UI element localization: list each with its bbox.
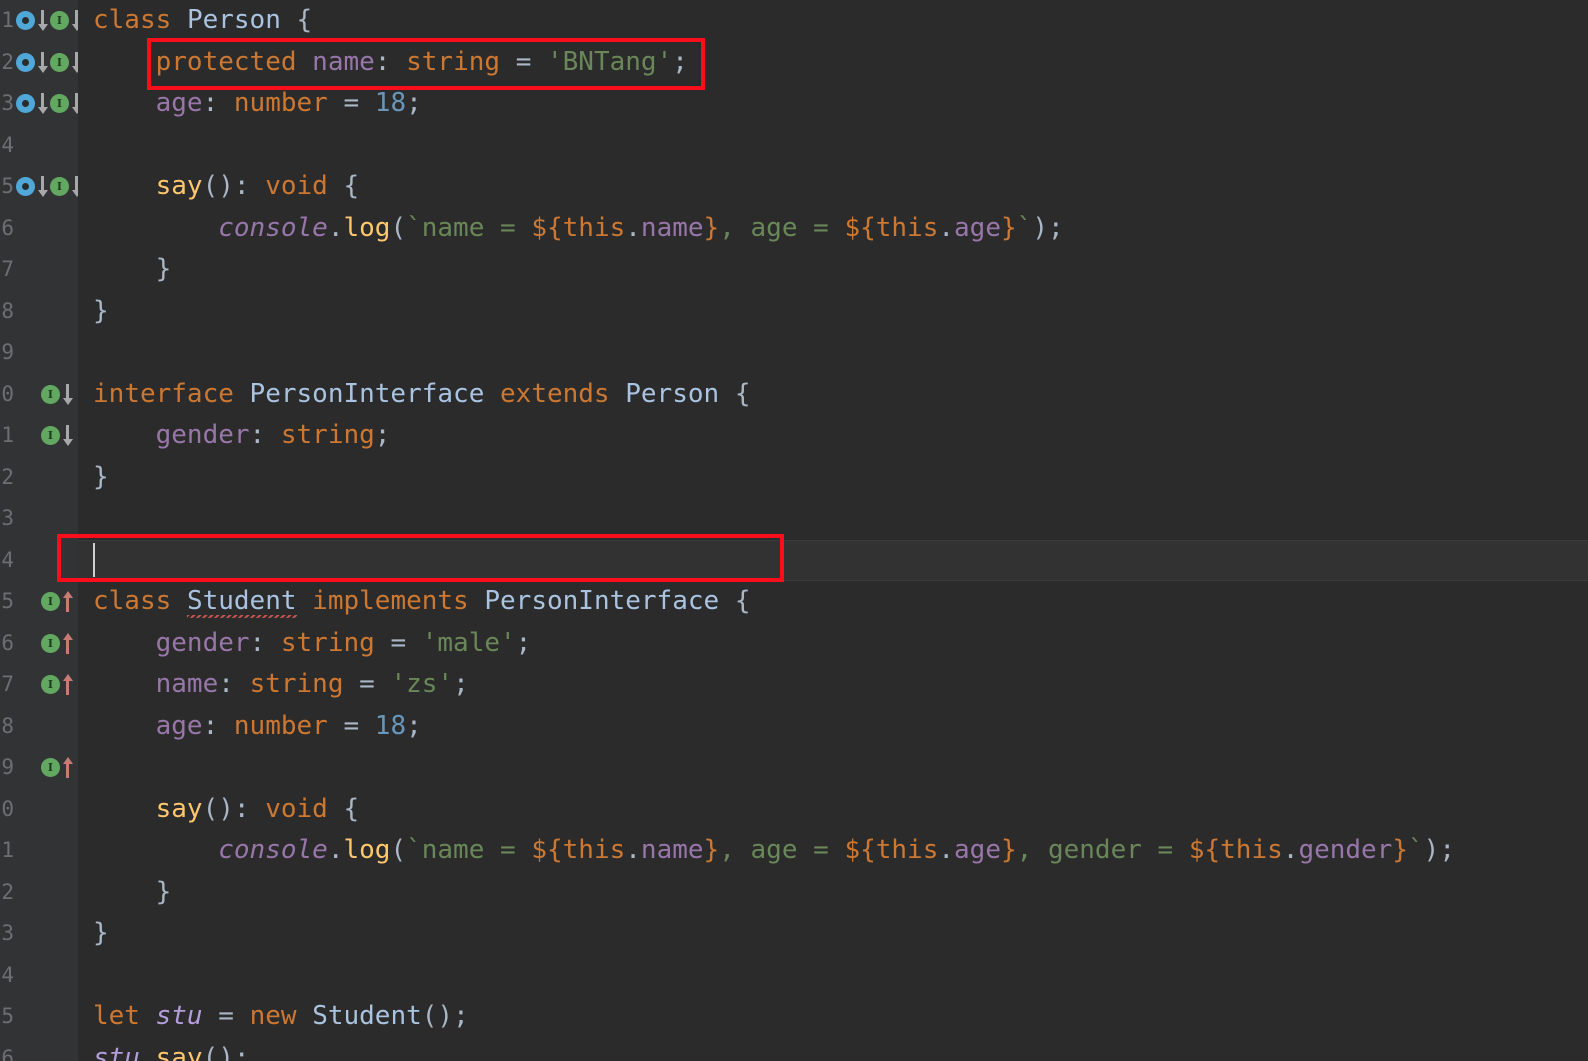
implemented-method-icon[interactable]: I	[50, 52, 69, 72]
implemented-method-icon[interactable]: I	[50, 11, 69, 31]
code-editor: 1 2 3 4 5 6 7 8 9 10 11 12 13 14 15 16 1…	[0, 0, 1588, 1061]
line-number: 6	[1, 215, 14, 240]
code-line-11[interactable]: gender: string;	[78, 415, 1588, 457]
arrow-down-icon	[36, 10, 50, 32]
code-line-16[interactable]: gender: string = 'male';	[78, 623, 1588, 665]
arrow-up-icon	[61, 632, 75, 654]
line-number: 17	[0, 672, 14, 696]
code-line-8[interactable]: }	[78, 291, 1588, 333]
code-line-2[interactable]: protected name: string = 'BNTang';	[78, 42, 1588, 84]
overridden-method-icon[interactable]	[16, 177, 35, 197]
editor-gutter[interactable]: 1 2 3 4 5 6 7 8 9 10 11 12 13 14 15 16 1…	[0, 0, 97, 1061]
line-number: 24	[0, 962, 14, 987]
code-line-18[interactable]: age: number = 18;	[78, 706, 1588, 748]
overridden-method-icon[interactable]	[16, 11, 35, 31]
arrow-down-icon	[61, 383, 75, 405]
code-line-1[interactable]: class Person {	[78, 0, 1588, 42]
arrow-down-icon	[36, 93, 50, 115]
code-line-4[interactable]	[78, 125, 1588, 167]
line-number: 18	[0, 713, 14, 738]
overridden-method-icon[interactable]	[16, 94, 35, 114]
line-number: 11	[0, 423, 14, 447]
line-number: 10	[0, 381, 14, 406]
line-number: 19	[0, 755, 14, 779]
code-line-25[interactable]: let stu = new Student();	[78, 996, 1588, 1038]
line-number-column: 1 2 3 4 5 6 7 8 9 10 11 12 13 14 15 16 1…	[0, 0, 16, 1061]
code-line-17[interactable]: name: string = 'zs';	[78, 664, 1588, 706]
line-number: 12	[0, 464, 14, 489]
implemented-method-icon[interactable]: I	[41, 384, 60, 404]
code-line-21[interactable]: console.log(`name = ${this.name}, age = …	[78, 830, 1588, 872]
arrow-up-icon	[61, 757, 75, 779]
code-line-6[interactable]: console.log(`name = ${this.name}, age = …	[78, 208, 1588, 250]
line-number: 4	[1, 132, 14, 157]
gutter-marker-line-11[interactable]: I	[41, 415, 75, 457]
code-line-20[interactable]: say(): void {	[78, 789, 1588, 831]
implementing-member-icon[interactable]: I	[41, 675, 60, 695]
code-line-22[interactable]: }	[78, 872, 1588, 914]
arrow-up-icon	[61, 591, 75, 613]
code-content-area[interactable]: class Person { protected name: string = …	[78, 0, 1588, 1061]
line-number: 22	[0, 879, 14, 904]
code-line-15[interactable]: class Student implements PersonInterface…	[78, 581, 1588, 623]
line-number: 9	[1, 340, 14, 364]
arrow-down-icon	[36, 176, 50, 198]
code-line-24[interactable]	[78, 955, 1588, 997]
arrow-down-icon	[36, 51, 50, 73]
line-number: 25	[0, 1004, 14, 1028]
gutter-marker-line-17[interactable]: I	[41, 623, 75, 665]
gutter-marker-line-10[interactable]: I	[41, 374, 75, 416]
implemented-method-icon[interactable]: I	[50, 94, 69, 114]
arrow-up-icon	[61, 674, 75, 696]
line-number: 14	[0, 547, 14, 572]
implementing-member-icon[interactable]: I	[41, 592, 60, 612]
line-number: 2	[1, 49, 14, 74]
code-line-3[interactable]: age: number = 18;	[78, 83, 1588, 125]
implemented-method-icon[interactable]: I	[41, 426, 60, 446]
implemented-method-icon[interactable]: I	[50, 177, 69, 197]
code-line-19[interactable]	[78, 747, 1588, 789]
code-line-23[interactable]: }	[78, 913, 1588, 955]
gutter-marker-line-18[interactable]: I	[41, 664, 75, 706]
line-number: 5	[1, 174, 14, 198]
line-number: 1	[1, 8, 14, 32]
code-line-7[interactable]: }	[78, 249, 1588, 291]
line-number: 21	[0, 838, 14, 862]
line-number: 3	[1, 91, 14, 115]
text-caret	[93, 543, 95, 577]
code-line-10[interactable]: interface PersonInterface extends Person…	[78, 374, 1588, 416]
gutter-marker-line-20[interactable]: I	[41, 747, 75, 789]
line-number: 7	[1, 257, 14, 281]
line-number: 23	[0, 921, 14, 945]
code-line-9[interactable]	[78, 332, 1588, 374]
code-line-5[interactable]: say(): void {	[78, 166, 1588, 208]
code-line-12[interactable]: }	[78, 457, 1588, 499]
gutter-marker-line-16[interactable]: I	[41, 581, 75, 623]
line-number: 8	[1, 298, 14, 323]
line-number: 16	[0, 630, 14, 655]
line-number: 20	[0, 796, 14, 821]
implementing-member-icon[interactable]: I	[41, 633, 60, 653]
overridden-method-icon[interactable]	[16, 52, 35, 72]
code-line-14[interactable]	[78, 539, 1588, 581]
code-line-13[interactable]	[78, 498, 1588, 540]
code-line-26[interactable]: stu.say();	[78, 1038, 1588, 1061]
arrow-down-icon	[61, 425, 75, 447]
line-number: 15	[0, 589, 14, 613]
line-number: 13	[0, 506, 14, 530]
implementing-member-icon[interactable]: I	[41, 758, 60, 778]
line-number: 26	[0, 1045, 14, 1061]
